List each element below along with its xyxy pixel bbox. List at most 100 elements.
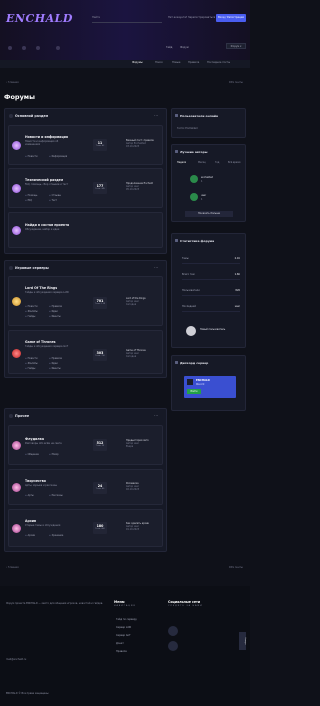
author-name[interactable]: user	[201, 194, 206, 197]
subforum-link[interactable]: Правила	[49, 357, 62, 360]
rss-link[interactable]: RSS ленты	[229, 566, 243, 569]
tab-month[interactable]: Месяц	[198, 161, 206, 164]
site-logo[interactable]: ENCHALD	[6, 12, 73, 25]
last-post[interactable]: Рисовалка Автор user 02.10.2023	[126, 482, 160, 491]
last-post[interactable]: Game of Thrones Автор user Сегодня	[126, 349, 160, 358]
discord-icon[interactable]	[168, 641, 178, 651]
subforum-link[interactable]: Ивенты	[49, 315, 61, 318]
social-icon[interactable]	[36, 46, 40, 50]
subforum-link[interactable]: FAQ	[25, 199, 32, 202]
author-name[interactable]: enchalded	[201, 176, 213, 179]
last-post[interactable]: Продолжение Enchald Автор user 05.10.2023	[126, 182, 160, 191]
subforum-link[interactable]: Идеи	[49, 362, 58, 365]
subforum-link[interactable]: Архив	[25, 534, 35, 537]
footer-contact[interactable]: mail@enchald.ru	[6, 658, 26, 661]
more-icon[interactable]: ···	[154, 113, 158, 118]
discord-widget: Дискорд сервер ENCHALD Discord Войти	[171, 355, 246, 411]
subforum-link[interactable]: Новости	[25, 305, 38, 308]
tab-new[interactable]: Новые	[172, 61, 180, 64]
online-users[interactable]: Гости: Enchalded	[177, 127, 197, 130]
social-icon[interactable]	[56, 46, 60, 50]
footer-link[interactable]: Сервер LotR	[116, 626, 131, 629]
forum-stats: 180 Темы: 400	[93, 522, 107, 534]
discord-card[interactable]: ENCHALD Discord Войти	[184, 376, 236, 398]
footer-link[interactable]: Гайд по серверу	[116, 618, 137, 621]
forum-title[interactable]: Технический раздел	[25, 178, 63, 182]
subforum-link[interactable]: Идеи	[49, 310, 58, 313]
login-button[interactable]: Вход / Регистрация	[216, 14, 246, 22]
vk-icon[interactable]	[168, 626, 178, 636]
subforum-link[interactable]: Общение	[25, 453, 39, 456]
tab-search[interactable]: Поиск	[155, 61, 163, 64]
last-post[interactable]: Lord of the Rings Автор user Сегодня	[126, 297, 160, 306]
forum-row[interactable]: Game of Thrones Гайды и обсуждения серве…	[8, 330, 163, 374]
forum-row[interactable]: Технический раздел FAQ, помощь, сбор отз…	[8, 168, 163, 208]
social-icon[interactable]	[22, 46, 26, 50]
subforum-link[interactable]: Гайды	[25, 367, 36, 370]
subforum-link[interactable]: Гайды	[25, 315, 36, 318]
subforum-link[interactable]: Рассказы	[49, 494, 63, 497]
avatar[interactable]	[190, 175, 198, 183]
nav-item-forum[interactable]: Форум	[180, 46, 189, 49]
subforum-link[interactable]: Новости	[25, 357, 38, 360]
avatar[interactable]	[186, 326, 196, 336]
more-icon[interactable]: ···	[154, 265, 158, 270]
footer-link[interactable]: Правила	[116, 650, 127, 653]
subforum-link[interactable]: Отзывы	[49, 194, 61, 197]
category-title[interactable]: Игровые серверы	[15, 266, 49, 270]
forum-row[interactable]: Lord Of The Rings Гайды и обсуждения сер…	[8, 276, 163, 326]
subforum-link[interactable]: Арты	[25, 494, 34, 497]
subforum-link[interactable]: Жалобы	[25, 310, 38, 313]
tab-latest[interactable]: Последние посты	[207, 61, 230, 64]
tab-rules[interactable]: Правила	[188, 61, 199, 64]
subforum-link[interactable]: Информация	[49, 155, 68, 158]
subforum-link[interactable]: Помощь	[25, 194, 38, 197]
footer-link[interactable]: Донат	[116, 642, 124, 645]
forum-title[interactable]: Архив	[25, 519, 36, 523]
nav-item-guide[interactable]: Гайд	[166, 46, 172, 49]
breadcrumb[interactable]: ‹ Главная	[6, 81, 19, 84]
forum-row[interactable]: Найди в состав проекта Обсуждение, набор…	[8, 212, 163, 248]
subforum-link[interactable]: Юмор	[49, 453, 59, 456]
search-input[interactable]: Найти	[92, 15, 162, 23]
last-post[interactable]: Как сделать архив Автор user 01.10.2023	[126, 522, 160, 531]
avatar[interactable]	[190, 193, 198, 201]
stat-row: Пользователи 820	[182, 289, 240, 296]
social-icon[interactable]	[8, 46, 12, 50]
subforum-link[interactable]: Правила	[49, 305, 62, 308]
forum-title[interactable]: Lord Of The Rings	[25, 286, 57, 290]
footer-link[interactable]: Сервер GoT	[116, 634, 131, 637]
forum-row[interactable]: Новости и информация Новости и информаци…	[8, 125, 163, 165]
rss-link[interactable]: RSS ленты	[229, 81, 243, 84]
breadcrumb[interactable]: ‹ Главная	[6, 566, 19, 569]
last-post[interactable]: Предыстория лето Автор user Вчера	[126, 439, 160, 448]
category-title[interactable]: Основной раздел	[15, 114, 48, 118]
show-more-button[interactable]: Показать больше	[185, 211, 233, 217]
forum-row[interactable]: Архив Старые темы и обсуждения Архив Хра…	[8, 509, 163, 547]
forum-row[interactable]: Флудилка Разговоры обо всём на свете Общ…	[8, 425, 163, 465]
more-icon[interactable]: ···	[154, 413, 158, 418]
tab-all-time[interactable]: Всё время	[228, 161, 240, 164]
category-title[interactable]: Прочее	[15, 414, 29, 418]
account-prompt[interactable]: Нет аккаунта? Зарегистрироваться	[168, 16, 215, 19]
footer-social-title: Социальные сети	[168, 600, 201, 604]
last-post[interactable]: Важный пост: правила Автор Enchalded 03.10…	[126, 139, 160, 148]
new-user[interactable]: Новый пользователь	[200, 328, 225, 331]
forum-title[interactable]: Новости и информация	[25, 135, 68, 139]
forum-title[interactable]: Найди в состав проекта	[25, 223, 69, 227]
tab-year[interactable]: Год	[215, 161, 219, 164]
forum-title[interactable]: Творчество	[25, 479, 46, 483]
forum-title[interactable]: Флудилка	[25, 437, 44, 441]
forum-title[interactable]: Game of Thrones	[25, 340, 56, 344]
tab-forums[interactable]: Форумы	[132, 61, 143, 64]
subforum-link[interactable]: Тест	[49, 199, 57, 202]
nav-dropdown[interactable]: Форум ▾	[226, 43, 246, 49]
tab-week[interactable]: Неделя	[177, 161, 186, 164]
forum-row[interactable]: Творчество Арты, музыка и рассказы Арты …	[8, 469, 163, 505]
scroll-top-button[interactable]: Наверх	[239, 632, 246, 650]
subforum-link[interactable]: Хранение	[49, 534, 64, 537]
subforum-link[interactable]: Новости	[25, 155, 38, 158]
join-button[interactable]: Войти	[187, 389, 201, 394]
subforum-link[interactable]: Ивенты	[49, 367, 61, 370]
subforum-link[interactable]: Жалобы	[25, 362, 38, 365]
